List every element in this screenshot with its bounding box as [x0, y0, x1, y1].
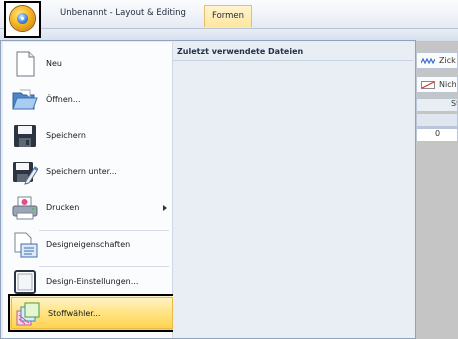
- stitch-type-zigzag[interactable]: Zick: [416, 52, 458, 69]
- menu-item-label: Drucken: [46, 203, 80, 212]
- open-folder-icon: [12, 89, 38, 110]
- menu-item-design-properties[interactable]: Designeigenschaften: [5, 227, 171, 263]
- design-settings-icon: [14, 270, 36, 294]
- menu-item-fabric-selector[interactable]: Stoffwähler...: [8, 294, 176, 332]
- new-document-icon: [16, 51, 35, 77]
- menu-commands: Neu Öffnen... Speichern Speichern unter.…: [3, 42, 176, 338]
- design-properties-icon: [14, 232, 38, 258]
- submenu-arrow-icon: [163, 205, 167, 211]
- recent-files-header: Zuletzt verwendete Dateien: [173, 42, 413, 61]
- window-title: Unbenannt - Layout & Editing: [60, 8, 186, 18]
- menu-item-print[interactable]: Drucken: [5, 190, 171, 226]
- menu-item-save-as[interactable]: Speichern unter...: [5, 154, 171, 190]
- menu-item-label: Neu: [46, 59, 62, 68]
- zigzag-line-icon: [421, 57, 435, 65]
- title-bar: Unbenannt - Layout & Editing Formen: [0, 0, 458, 29]
- stitch-zigzag-label: Zick: [439, 56, 456, 65]
- menu-item-new[interactable]: Neu: [5, 46, 171, 82]
- menu-item-save[interactable]: Speichern: [5, 118, 171, 154]
- menu-item-label: Designeigenschaften: [46, 240, 131, 249]
- menu-item-open[interactable]: Öffnen...: [5, 82, 171, 118]
- panel-header: St: [416, 98, 458, 112]
- application-menu-button[interactable]: [4, 1, 41, 38]
- stitch-type-none[interactable]: Nich: [416, 76, 458, 93]
- no-sew-line-icon: [421, 81, 435, 89]
- menu-item-label: Design-Einstellungen...: [46, 277, 139, 286]
- menu-item-label: Speichern: [46, 131, 86, 140]
- print-icon: [12, 196, 38, 220]
- application-menu: Neu Öffnen... Speichern Speichern unter.…: [0, 40, 416, 339]
- fabric-selector-icon: [16, 302, 40, 326]
- app-orb-icon: [10, 6, 35, 31]
- panel-row: [416, 113, 458, 127]
- recent-files-panel: Zuletzt verwendete Dateien: [173, 42, 413, 338]
- menu-item-label: Öffnen...: [46, 95, 81, 104]
- stitch-none-label: Nich: [439, 80, 457, 89]
- menu-item-label: Stoffwähler...: [48, 309, 101, 318]
- menu-item-label: Speichern unter...: [46, 167, 117, 176]
- save-as-icon: [13, 162, 38, 185]
- value-field[interactable]: 0: [416, 128, 458, 142]
- save-icon: [14, 125, 36, 147]
- tab-formen[interactable]: Formen: [204, 5, 252, 27]
